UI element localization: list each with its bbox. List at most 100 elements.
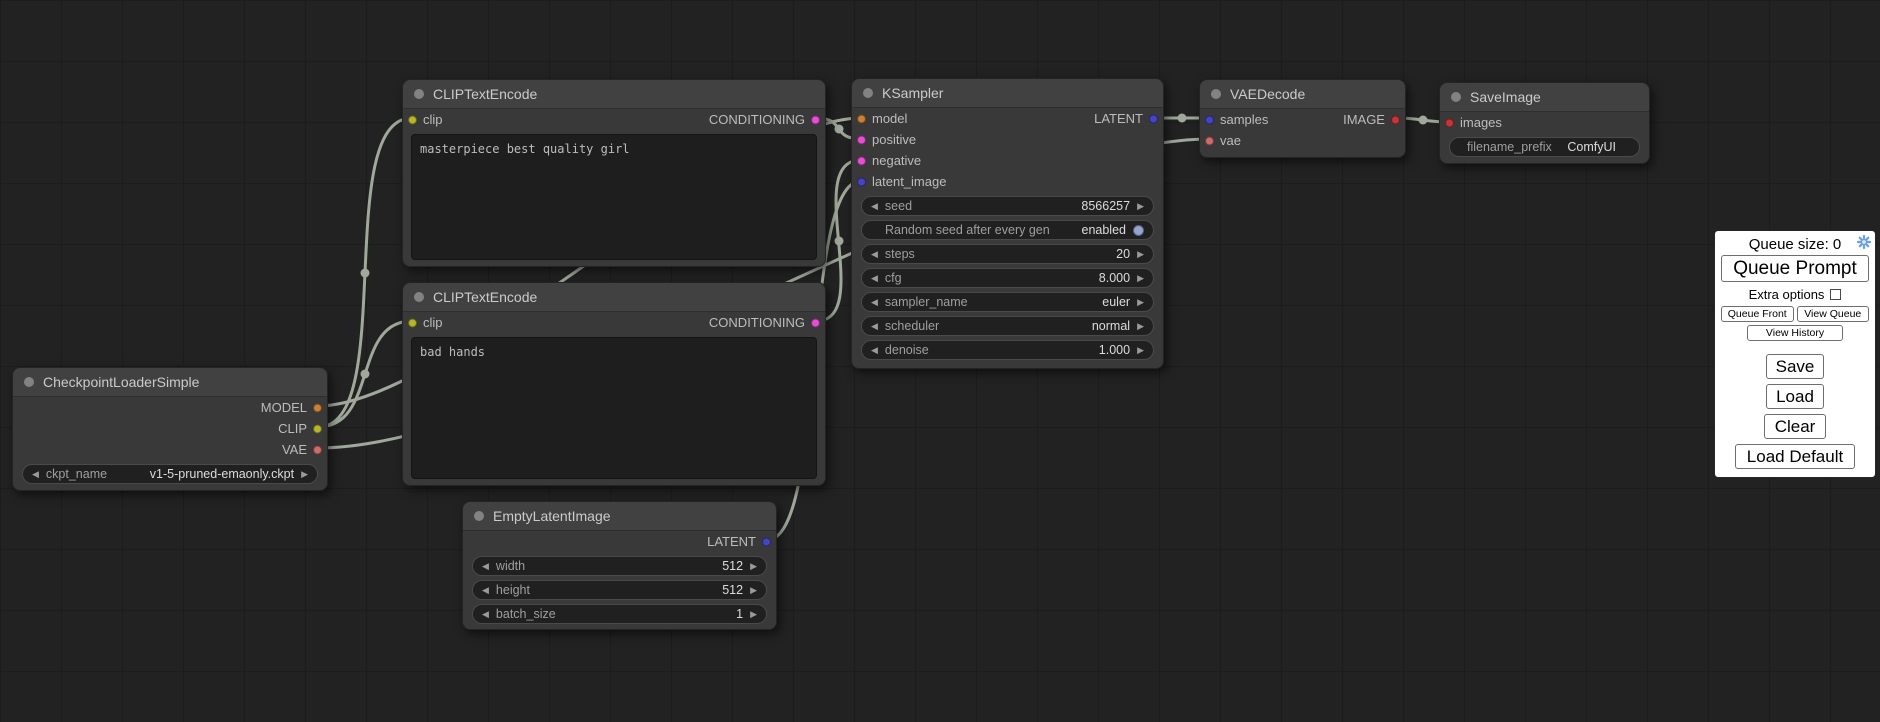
- node-ksampler[interactable]: KSampler model LATENT positive negative …: [851, 78, 1164, 369]
- decrement-arrow-icon[interactable]: ◀: [482, 610, 489, 619]
- input-port-samples[interactable]: [1205, 115, 1214, 124]
- widget-sampler-name[interactable]: ◀ sampler_name euler ▶: [861, 292, 1154, 312]
- increment-arrow-icon[interactable]: ▶: [1137, 250, 1144, 259]
- input-port-images[interactable]: [1445, 118, 1454, 127]
- queue-prompt-button[interactable]: Queue Prompt: [1721, 255, 1869, 282]
- output-port-conditioning[interactable]: [811, 115, 820, 124]
- decrement-arrow-icon[interactable]: ◀: [871, 298, 878, 307]
- node-title-bar[interactable]: CLIPTextEncode: [403, 283, 825, 312]
- widget-ckpt-name[interactable]: ◀ ckpt_name v1-5-pruned-emaonly.ckpt ▶: [22, 464, 318, 484]
- node-title-bar[interactable]: SaveImage: [1440, 83, 1649, 112]
- collapse-dot-icon[interactable]: [414, 292, 424, 302]
- view-queue-button[interactable]: View Queue: [1797, 306, 1870, 322]
- output-port-image[interactable]: [1391, 115, 1400, 124]
- clear-button[interactable]: Clear: [1764, 414, 1826, 439]
- input-port-clip[interactable]: [408, 318, 417, 327]
- decrement-arrow-icon[interactable]: ◀: [871, 322, 878, 331]
- slot-row: positive: [852, 129, 1163, 150]
- decrement-arrow-icon[interactable]: ◀: [871, 202, 878, 211]
- input-label-negative: negative: [872, 153, 921, 168]
- input-port-model[interactable]: [857, 114, 866, 123]
- collapse-dot-icon[interactable]: [24, 377, 34, 387]
- slot-row: clip CONDITIONING: [403, 312, 825, 333]
- input-port-vae[interactable]: [1205, 136, 1214, 145]
- widget-width[interactable]: ◀ width 512 ▶: [472, 556, 767, 576]
- node-title-bar[interactable]: VAEDecode: [1200, 80, 1405, 109]
- collapse-dot-icon[interactable]: [414, 89, 424, 99]
- toggle-knob-icon[interactable]: [1133, 225, 1144, 236]
- increment-arrow-icon[interactable]: ▶: [750, 610, 757, 619]
- widget-scheduler[interactable]: ◀ scheduler normal ▶: [861, 316, 1154, 336]
- output-port-latent[interactable]: [1149, 114, 1158, 123]
- decrement-arrow-icon[interactable]: ◀: [482, 586, 489, 595]
- collapse-dot-icon[interactable]: [474, 511, 484, 521]
- node-title-bar[interactable]: CLIPTextEncode: [403, 80, 825, 109]
- collapse-dot-icon[interactable]: [1211, 89, 1221, 99]
- widget-height[interactable]: ◀ height 512 ▶: [472, 580, 767, 600]
- output-port-model[interactable]: [313, 403, 322, 412]
- view-history-button[interactable]: View History: [1747, 325, 1843, 341]
- node-clip-text-encode-positive[interactable]: CLIPTextEncode clip CONDITIONING masterp…: [402, 79, 826, 267]
- decrement-arrow-icon[interactable]: ◀: [32, 470, 39, 479]
- node-checkpoint-loader-simple[interactable]: CheckpointLoaderSimple MODEL CLIP VAE ◀ …: [12, 367, 328, 491]
- increment-arrow-icon[interactable]: ▶: [750, 586, 757, 595]
- queue-front-button[interactable]: Queue Front: [1721, 306, 1794, 322]
- node-save-image[interactable]: SaveImage images filename_prefix ComfyUI: [1439, 82, 1650, 164]
- output-label-model: MODEL: [261, 400, 307, 415]
- node-title-bar[interactable]: KSampler: [852, 79, 1163, 108]
- slot-row: negative: [852, 150, 1163, 171]
- comfy-menu-panel: Queue size: 0 Queue Prompt Extra options…: [1714, 230, 1876, 478]
- workflow-buttons-group: Save Load Clear Load Default: [1721, 354, 1869, 469]
- prompt-textarea[interactable]: masterpiece best quality girl: [411, 134, 817, 260]
- input-port-negative[interactable]: [857, 156, 866, 165]
- increment-arrow-icon[interactable]: ▶: [1137, 274, 1144, 283]
- settings-gear-icon[interactable]: [1857, 235, 1871, 249]
- extra-options-checkbox[interactable]: [1830, 289, 1841, 300]
- load-button[interactable]: Load: [1766, 384, 1824, 409]
- widget-random-seed-toggle[interactable]: Random seed after every gen enabled: [861, 220, 1154, 240]
- increment-arrow-icon[interactable]: ▶: [1137, 346, 1144, 355]
- save-button[interactable]: Save: [1766, 354, 1824, 379]
- increment-arrow-icon[interactable]: ▶: [750, 562, 757, 571]
- collapse-dot-icon[interactable]: [1451, 92, 1461, 102]
- load-default-button[interactable]: Load Default: [1735, 444, 1855, 469]
- slot-row: samples IMAGE: [1200, 109, 1405, 130]
- output-port-vae[interactable]: [313, 445, 322, 454]
- widget-seed[interactable]: ◀ seed 8566257 ▶: [861, 196, 1154, 216]
- widget-batch-size[interactable]: ◀ batch_size 1 ▶: [472, 604, 767, 624]
- input-port-positive[interactable]: [857, 135, 866, 144]
- collapse-dot-icon[interactable]: [863, 88, 873, 98]
- extra-options-label: Extra options: [1749, 287, 1825, 302]
- node-clip-text-encode-negative[interactable]: CLIPTextEncode clip CONDITIONING bad han…: [402, 282, 826, 486]
- output-label-latent: LATENT: [707, 534, 756, 549]
- node-title: CLIPTextEncode: [433, 289, 537, 305]
- output-port-conditioning[interactable]: [811, 318, 820, 327]
- queue-size-label: Queue size: 0: [1749, 236, 1842, 253]
- node-empty-latent-image[interactable]: EmptyLatentImage LATENT ◀ width 512 ▶ ◀ …: [462, 501, 777, 630]
- slot-row: VAE: [13, 439, 327, 460]
- increment-arrow-icon[interactable]: ▶: [1137, 298, 1144, 307]
- widget-denoise[interactable]: ◀ denoise 1.000 ▶: [861, 340, 1154, 360]
- output-port-clip[interactable]: [313, 424, 322, 433]
- widget-filename-prefix[interactable]: filename_prefix ComfyUI: [1449, 137, 1640, 157]
- input-label-images: images: [1460, 115, 1502, 130]
- decrement-arrow-icon[interactable]: ◀: [871, 346, 878, 355]
- decrement-arrow-icon[interactable]: ◀: [871, 250, 878, 259]
- node-vae-decode[interactable]: VAEDecode samples IMAGE vae: [1199, 79, 1406, 158]
- slot-row: CLIP: [13, 418, 327, 439]
- output-port-latent[interactable]: [762, 537, 771, 546]
- increment-arrow-icon[interactable]: ▶: [301, 470, 308, 479]
- increment-arrow-icon[interactable]: ▶: [1137, 202, 1144, 211]
- decrement-arrow-icon[interactable]: ◀: [482, 562, 489, 571]
- widget-steps[interactable]: ◀ steps 20 ▶: [861, 244, 1154, 264]
- increment-arrow-icon[interactable]: ▶: [1137, 322, 1144, 331]
- input-port-clip[interactable]: [408, 115, 417, 124]
- slot-row: images: [1440, 112, 1649, 133]
- node-title-bar[interactable]: EmptyLatentImage: [463, 502, 776, 531]
- node-title: KSampler: [882, 85, 943, 101]
- widget-cfg[interactable]: ◀ cfg 8.000 ▶: [861, 268, 1154, 288]
- prompt-textarea[interactable]: bad hands: [411, 337, 817, 479]
- node-title-bar[interactable]: CheckpointLoaderSimple: [13, 368, 327, 397]
- decrement-arrow-icon[interactable]: ◀: [871, 274, 878, 283]
- input-port-latent-image[interactable]: [857, 177, 866, 186]
